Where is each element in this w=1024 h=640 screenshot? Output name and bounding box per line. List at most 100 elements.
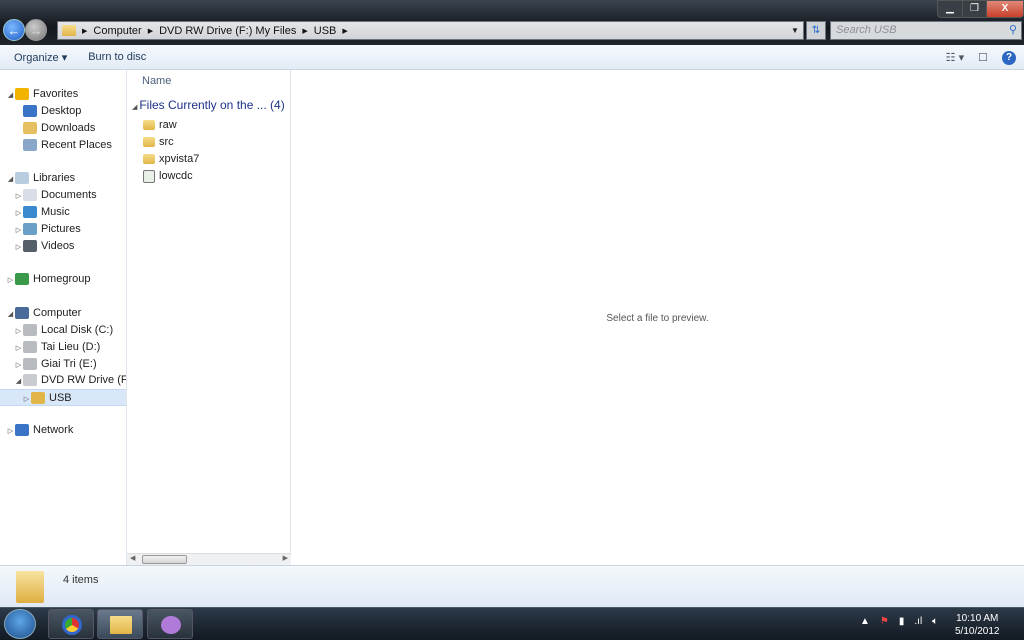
file-item[interactable]: xpvista7 bbox=[143, 151, 199, 168]
nav-item-network[interactable]: ▷ Network bbox=[0, 422, 126, 439]
nav-label: Music bbox=[41, 206, 70, 218]
nav-item-documents[interactable]: ▷ Documents bbox=[0, 187, 126, 204]
expand-arrow-icon[interactable]: ▷ bbox=[14, 340, 23, 356]
navigation-pane: ◢ Favorites Desktop Downloads Recent Places ◢… bbox=[0, 70, 127, 565]
nav-item-tai-lieu-d-[interactable]: ▷ Tai Lieu (D:) bbox=[0, 339, 126, 356]
nav-label: Homegroup bbox=[33, 273, 91, 285]
group-header[interactable]: ◢ Files Currently on the ... (4) bbox=[132, 98, 285, 112]
expand-arrow-icon[interactable]: ▷ bbox=[14, 357, 23, 373]
expand-arrow-icon[interactable]: ▷ bbox=[22, 391, 31, 405]
file-item[interactable]: src bbox=[143, 134, 174, 151]
start-button[interactable] bbox=[4, 609, 36, 639]
nav-item-pictures[interactable]: ▷ Pictures bbox=[0, 221, 126, 238]
minimize-button[interactable]: ▁ bbox=[937, 0, 963, 18]
nav-label: Network bbox=[33, 424, 74, 436]
expand-arrow-icon[interactable]: ▷ bbox=[6, 272, 15, 288]
expand-arrow-icon[interactable]: ▷ bbox=[14, 239, 23, 255]
folder-icon bbox=[16, 571, 44, 603]
nav-icon bbox=[15, 172, 29, 185]
scroll-right-icon[interactable]: ▶ bbox=[283, 554, 288, 562]
scroll-left-icon[interactable]: ◀ bbox=[130, 554, 135, 562]
nav-item-videos[interactable]: ▷ Videos bbox=[0, 238, 126, 255]
file-item[interactable]: raw bbox=[143, 117, 177, 134]
nav-item-giai-tri-e-[interactable]: ▷ Giai Tri (E:) bbox=[0, 356, 126, 373]
view-controls: ☷ ▾ ☐ ? bbox=[946, 45, 1024, 70]
explorer-taskbar-button[interactable] bbox=[97, 609, 143, 639]
expand-arrow-icon[interactable]: ▷ bbox=[14, 188, 23, 204]
nav-label: DVD RW Drive (F:) My Files bbox=[41, 374, 126, 386]
expand-arrow-icon[interactable]: ▷ bbox=[14, 222, 23, 238]
breadcrumb-computer[interactable]: Computer bbox=[93, 25, 141, 37]
nav-item-computer[interactable]: ◢ Computer bbox=[0, 305, 126, 322]
nav-label: Tai Lieu (D:) bbox=[41, 341, 101, 353]
nav-item-favorites[interactable]: ◢ Favorites bbox=[0, 86, 126, 103]
restore-button[interactable]: ❐ bbox=[962, 0, 987, 18]
address-bar[interactable]: ▶ Computer ▶ DVD RW Drive (F:) My Files … bbox=[57, 21, 804, 40]
preview-pane-icon[interactable]: ☐ bbox=[978, 51, 988, 64]
chrome-icon bbox=[62, 615, 82, 635]
breadcrumb-dvd[interactable]: DVD RW Drive (F:) My Files bbox=[159, 25, 296, 37]
expand-arrow-icon[interactable]: ◢ bbox=[6, 171, 15, 187]
power-icon[interactable]: ▮ bbox=[899, 616, 905, 627]
file-item[interactable]: lowcdc bbox=[143, 168, 193, 185]
nav-label: Giai Tri (E:) bbox=[41, 358, 97, 370]
address-dropdown-icon[interactable]: ▼ bbox=[787, 22, 803, 39]
expand-arrow-icon[interactable]: ▷ bbox=[6, 423, 15, 439]
nav-item-recent-places[interactable]: Recent Places bbox=[0, 137, 126, 154]
refresh-button[interactable]: ⇅ bbox=[806, 21, 826, 40]
app-taskbar-button[interactable] bbox=[147, 609, 193, 639]
volume-icon[interactable]: 🔈︎ bbox=[932, 616, 938, 627]
action-center-icon[interactable]: ⚑ bbox=[880, 616, 889, 627]
column-header-name[interactable]: Name bbox=[142, 75, 171, 87]
folder-icon bbox=[143, 120, 155, 131]
expand-arrow-icon[interactable]: ◢ bbox=[6, 87, 15, 103]
nav-label: Computer bbox=[33, 307, 82, 319]
nav-item-dvd-rw-drive-f-my-files[interactable]: ◢ DVD RW Drive (F:) My Files bbox=[0, 372, 126, 389]
nav-label: USB bbox=[49, 392, 72, 404]
file-name: raw bbox=[159, 119, 177, 131]
nav-icon bbox=[23, 189, 37, 202]
folder-icon bbox=[143, 154, 155, 165]
expand-arrow-icon[interactable]: ◢ bbox=[14, 373, 23, 389]
nav-icon bbox=[15, 307, 29, 320]
nav-item-usb[interactable]: ▷ USB bbox=[0, 389, 126, 406]
show-hidden-icons[interactable]: ▲ bbox=[860, 616, 870, 627]
nav-icon bbox=[15, 88, 29, 101]
clock[interactable]: 10:10 AM 5/10/2012 bbox=[955, 612, 1000, 638]
system-tray: ▲ ⚑ ▮ .ıl 🔈︎ bbox=[860, 616, 938, 627]
chevron-right-icon[interactable]: ▶ bbox=[342, 27, 347, 35]
forward-button[interactable]: → bbox=[25, 19, 47, 41]
nav-item-music[interactable]: ▷ Music bbox=[0, 204, 126, 221]
help-icon[interactable]: ? bbox=[1002, 50, 1016, 65]
expand-arrow-icon[interactable]: ▷ bbox=[14, 205, 23, 221]
nav-icon bbox=[23, 122, 37, 135]
burn-to-disc-button[interactable]: Burn to disc bbox=[81, 51, 153, 63]
nav-item-homegroup[interactable]: ▷ Homegroup bbox=[0, 271, 126, 288]
close-button[interactable]: X bbox=[986, 0, 1024, 18]
nav-item-desktop[interactable]: Desktop bbox=[0, 103, 126, 120]
organize-button[interactable]: Organize ▾ bbox=[7, 51, 74, 64]
search-placeholder: Search USB bbox=[836, 24, 897, 36]
chrome-taskbar-button[interactable] bbox=[48, 609, 94, 639]
search-icon[interactable]: ⚲ bbox=[1009, 22, 1017, 39]
network-icon[interactable]: .ıl bbox=[914, 616, 922, 627]
expand-arrow-icon[interactable]: ◢ bbox=[6, 306, 15, 322]
chevron-right-icon: ▶ bbox=[147, 27, 154, 35]
back-button[interactable]: ← bbox=[3, 19, 25, 41]
breadcrumb-usb[interactable]: USB bbox=[314, 25, 337, 37]
nav-item-downloads[interactable]: Downloads bbox=[0, 120, 126, 137]
scrollbar-thumb[interactable] bbox=[142, 555, 187, 564]
nav-label: Documents bbox=[41, 189, 97, 201]
nav-icon bbox=[23, 374, 37, 387]
view-options-icon[interactable]: ☷ ▾ bbox=[946, 51, 964, 64]
nav-item-libraries[interactable]: ◢ Libraries bbox=[0, 170, 126, 187]
horizontal-scrollbar[interactable]: ◀ ▶ bbox=[127, 553, 291, 565]
expand-arrow-icon[interactable]: ▷ bbox=[14, 323, 23, 339]
file-name: lowcdc bbox=[159, 170, 193, 182]
nav-item-local-disk-c-[interactable]: ▷ Local Disk (C:) bbox=[0, 322, 126, 339]
details-pane: 4 items bbox=[0, 565, 1024, 607]
search-input[interactable]: Search USB ⚲ bbox=[830, 21, 1022, 40]
clock-date: 5/10/2012 bbox=[955, 626, 1000, 637]
chevron-right-icon: ▶ bbox=[302, 27, 308, 35]
nav-icon bbox=[23, 105, 37, 118]
